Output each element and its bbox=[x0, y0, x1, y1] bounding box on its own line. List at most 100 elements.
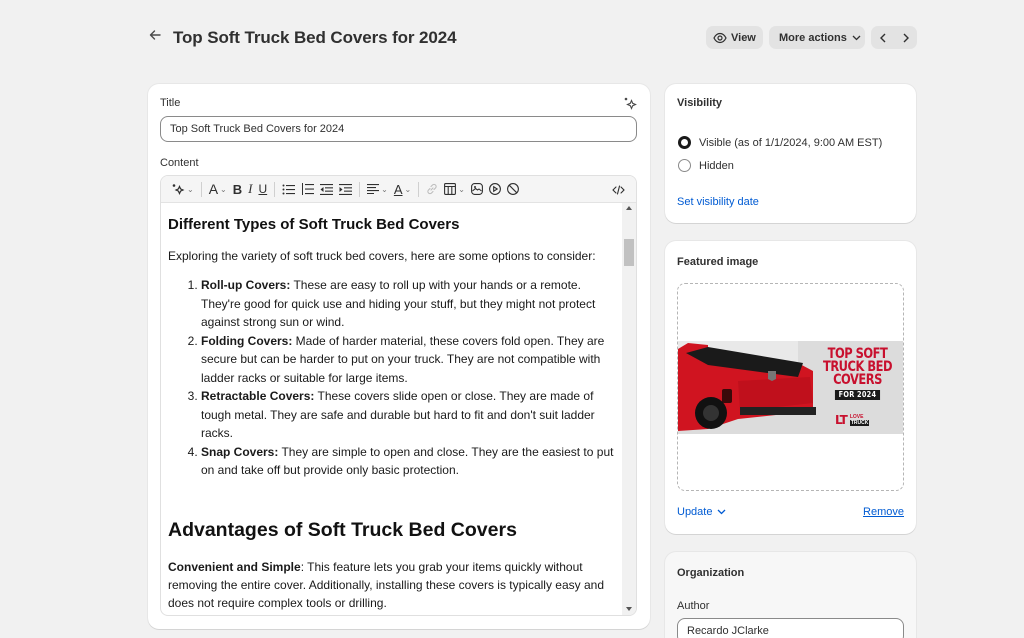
image-text-line: COVERS bbox=[833, 372, 882, 388]
play-circle-icon bbox=[488, 183, 501, 195]
eye-icon bbox=[713, 32, 727, 43]
hidden-radio-option[interactable]: Hidden bbox=[678, 159, 734, 172]
featured-image[interactable]: TOP SOFT TRUCK BED COVERS FOR 2024 LT LO… bbox=[678, 341, 903, 434]
align-button[interactable]: ⌄ bbox=[364, 179, 391, 199]
insert-image-button[interactable] bbox=[468, 179, 486, 199]
view-button[interactable]: View bbox=[706, 26, 763, 49]
page-header: Top Soft Truck Bed Covers for 2024 View … bbox=[148, 24, 918, 52]
image-dropzone[interactable]: TOP SOFT TRUCK BED COVERS FOR 2024 LT LO… bbox=[677, 283, 904, 491]
chevron-down-icon: ⌄ bbox=[381, 184, 388, 194]
visible-label: Visible (as of 1/1/2024, 9:00 AM EST) bbox=[699, 136, 883, 149]
brand-logo: LT LOVE TRUCK bbox=[835, 413, 870, 427]
link-icon bbox=[427, 183, 437, 195]
view-label: View bbox=[731, 31, 756, 44]
list-item-term: Folding Covers: bbox=[201, 333, 293, 348]
toolbar-divider bbox=[359, 181, 361, 197]
block-icon bbox=[506, 183, 519, 195]
content-paragraph: Exploring the variety of soft truck bed … bbox=[168, 249, 596, 263]
visibility-title: Visibility bbox=[677, 97, 723, 109]
table-button[interactable]: ⌄ bbox=[441, 179, 468, 199]
chevron-down-icon: ⌄ bbox=[404, 184, 412, 194]
featured-image-card: Featured image TOP SOFT TRUCK BED COVERS… bbox=[665, 241, 916, 534]
list-item: Folding Covers: Made of harder material,… bbox=[201, 332, 617, 388]
html-source-button[interactable] bbox=[609, 180, 628, 200]
hidden-label: Hidden bbox=[699, 159, 734, 172]
content-heading: Advantages of Soft Truck Bed Covers bbox=[168, 518, 517, 541]
numbered-list-icon bbox=[302, 183, 315, 195]
visible-radio-option[interactable]: Visible (as of 1/1/2024, 9:00 AM EST) bbox=[678, 136, 882, 149]
chevron-right-icon bbox=[903, 33, 909, 42]
editor-content[interactable]: Different Types of Soft Truck Bed Covers… bbox=[161, 203, 624, 615]
next-button[interactable] bbox=[894, 26, 917, 49]
underline-button[interactable]: U bbox=[255, 179, 270, 199]
more-actions-button[interactable]: More actions bbox=[769, 26, 865, 49]
text-color-icon: A bbox=[393, 181, 403, 197]
chevron-left-icon bbox=[879, 33, 885, 42]
remove-image-link[interactable]: Remove bbox=[863, 506, 904, 518]
table-icon bbox=[444, 183, 457, 195]
bulleted-list-icon bbox=[282, 184, 296, 194]
chevron-down-icon: ⌄ bbox=[187, 184, 194, 194]
page-title: Top Soft Truck Bed Covers for 2024 bbox=[173, 28, 457, 47]
sparkle-icon bbox=[624, 97, 637, 110]
list-item-term: Roll-up Covers: bbox=[201, 278, 291, 292]
radio-checked-icon[interactable] bbox=[678, 136, 691, 149]
scroll-down-arrow-icon[interactable] bbox=[626, 607, 632, 611]
list-item-term: Snap Covers: bbox=[201, 444, 279, 459]
content-paragraph: Convenient and Simple: This feature lets… bbox=[168, 558, 617, 612]
ai-generate-button[interactable]: ⌄ bbox=[169, 179, 197, 199]
back-button[interactable] bbox=[148, 27, 168, 49]
bulleted-list-button[interactable] bbox=[279, 179, 298, 199]
indent-button[interactable] bbox=[336, 179, 355, 199]
numbered-list-button[interactable] bbox=[298, 179, 317, 199]
outdent-button[interactable] bbox=[317, 179, 336, 199]
image-text-for: FOR 2024 bbox=[834, 390, 881, 400]
content-label: Content bbox=[160, 157, 199, 169]
organization-title: Organization bbox=[677, 567, 745, 579]
code-icon bbox=[612, 185, 625, 195]
underline-icon: U bbox=[258, 182, 268, 196]
bold-icon: B bbox=[232, 181, 243, 197]
sparkle-icon bbox=[172, 184, 185, 195]
author-input[interactable]: Recardo JClarke bbox=[677, 618, 904, 638]
editor-scrollbar[interactable] bbox=[622, 203, 636, 615]
featured-image-title: Featured image bbox=[677, 256, 759, 268]
set-visibility-date-link[interactable]: Set visibility date bbox=[677, 196, 759, 208]
clear-formatting-button[interactable] bbox=[504, 179, 522, 199]
organization-card: Organization Author Recardo JClarke bbox=[665, 552, 916, 638]
paragraph-term: Convenient and Simple bbox=[168, 559, 301, 574]
italic-icon: I bbox=[248, 181, 253, 196]
toolbar-divider bbox=[200, 181, 202, 197]
text-style-button[interactable]: A ⌄ bbox=[206, 179, 230, 199]
scroll-up-arrow-icon[interactable] bbox=[626, 206, 632, 210]
font-a-icon: A bbox=[208, 181, 219, 197]
radio-unchecked-icon[interactable] bbox=[678, 159, 691, 172]
update-label: Update bbox=[677, 506, 713, 518]
list-item: Snap Covers: They are simple to open and… bbox=[201, 443, 617, 480]
post-editor-card: Title Top Soft Truck Bed Covers for 2024… bbox=[148, 84, 650, 629]
chevron-down-icon bbox=[852, 35, 861, 40]
editor-toolbar: ⌄ A ⌄ B I U ⌄ A ⌄ ⌄ bbox=[161, 176, 636, 203]
toolbar-divider bbox=[274, 181, 276, 197]
ai-suggest-button[interactable] bbox=[623, 96, 637, 110]
list-item: Retractable Covers: These covers slide o… bbox=[201, 387, 617, 443]
outdent-icon bbox=[320, 183, 334, 195]
title-input[interactable]: Top Soft Truck Bed Covers for 2024 bbox=[160, 116, 637, 142]
list-item-term: Retractable Covers: bbox=[201, 389, 315, 403]
visibility-card: Visibility Visible (as of 1/1/2024, 9:00… bbox=[665, 84, 916, 223]
indent-icon bbox=[339, 183, 353, 195]
link-button[interactable] bbox=[423, 179, 441, 199]
brand-name: LOVE TRUCK bbox=[849, 414, 870, 426]
align-left-icon bbox=[367, 184, 380, 194]
arrow-left-icon bbox=[149, 30, 161, 40]
chevron-down-icon bbox=[718, 509, 726, 515]
italic-button[interactable]: I bbox=[245, 179, 255, 199]
insert-video-button[interactable] bbox=[486, 179, 504, 199]
update-image-button[interactable]: Update bbox=[677, 506, 726, 518]
previous-button[interactable] bbox=[871, 26, 894, 49]
brand-logo-mark: LT bbox=[835, 413, 848, 427]
text-color-button[interactable]: A ⌄ bbox=[391, 179, 414, 199]
scrollbar-thumb[interactable] bbox=[624, 239, 634, 266]
bold-button[interactable]: B bbox=[230, 179, 245, 199]
title-label: Title bbox=[160, 97, 181, 109]
